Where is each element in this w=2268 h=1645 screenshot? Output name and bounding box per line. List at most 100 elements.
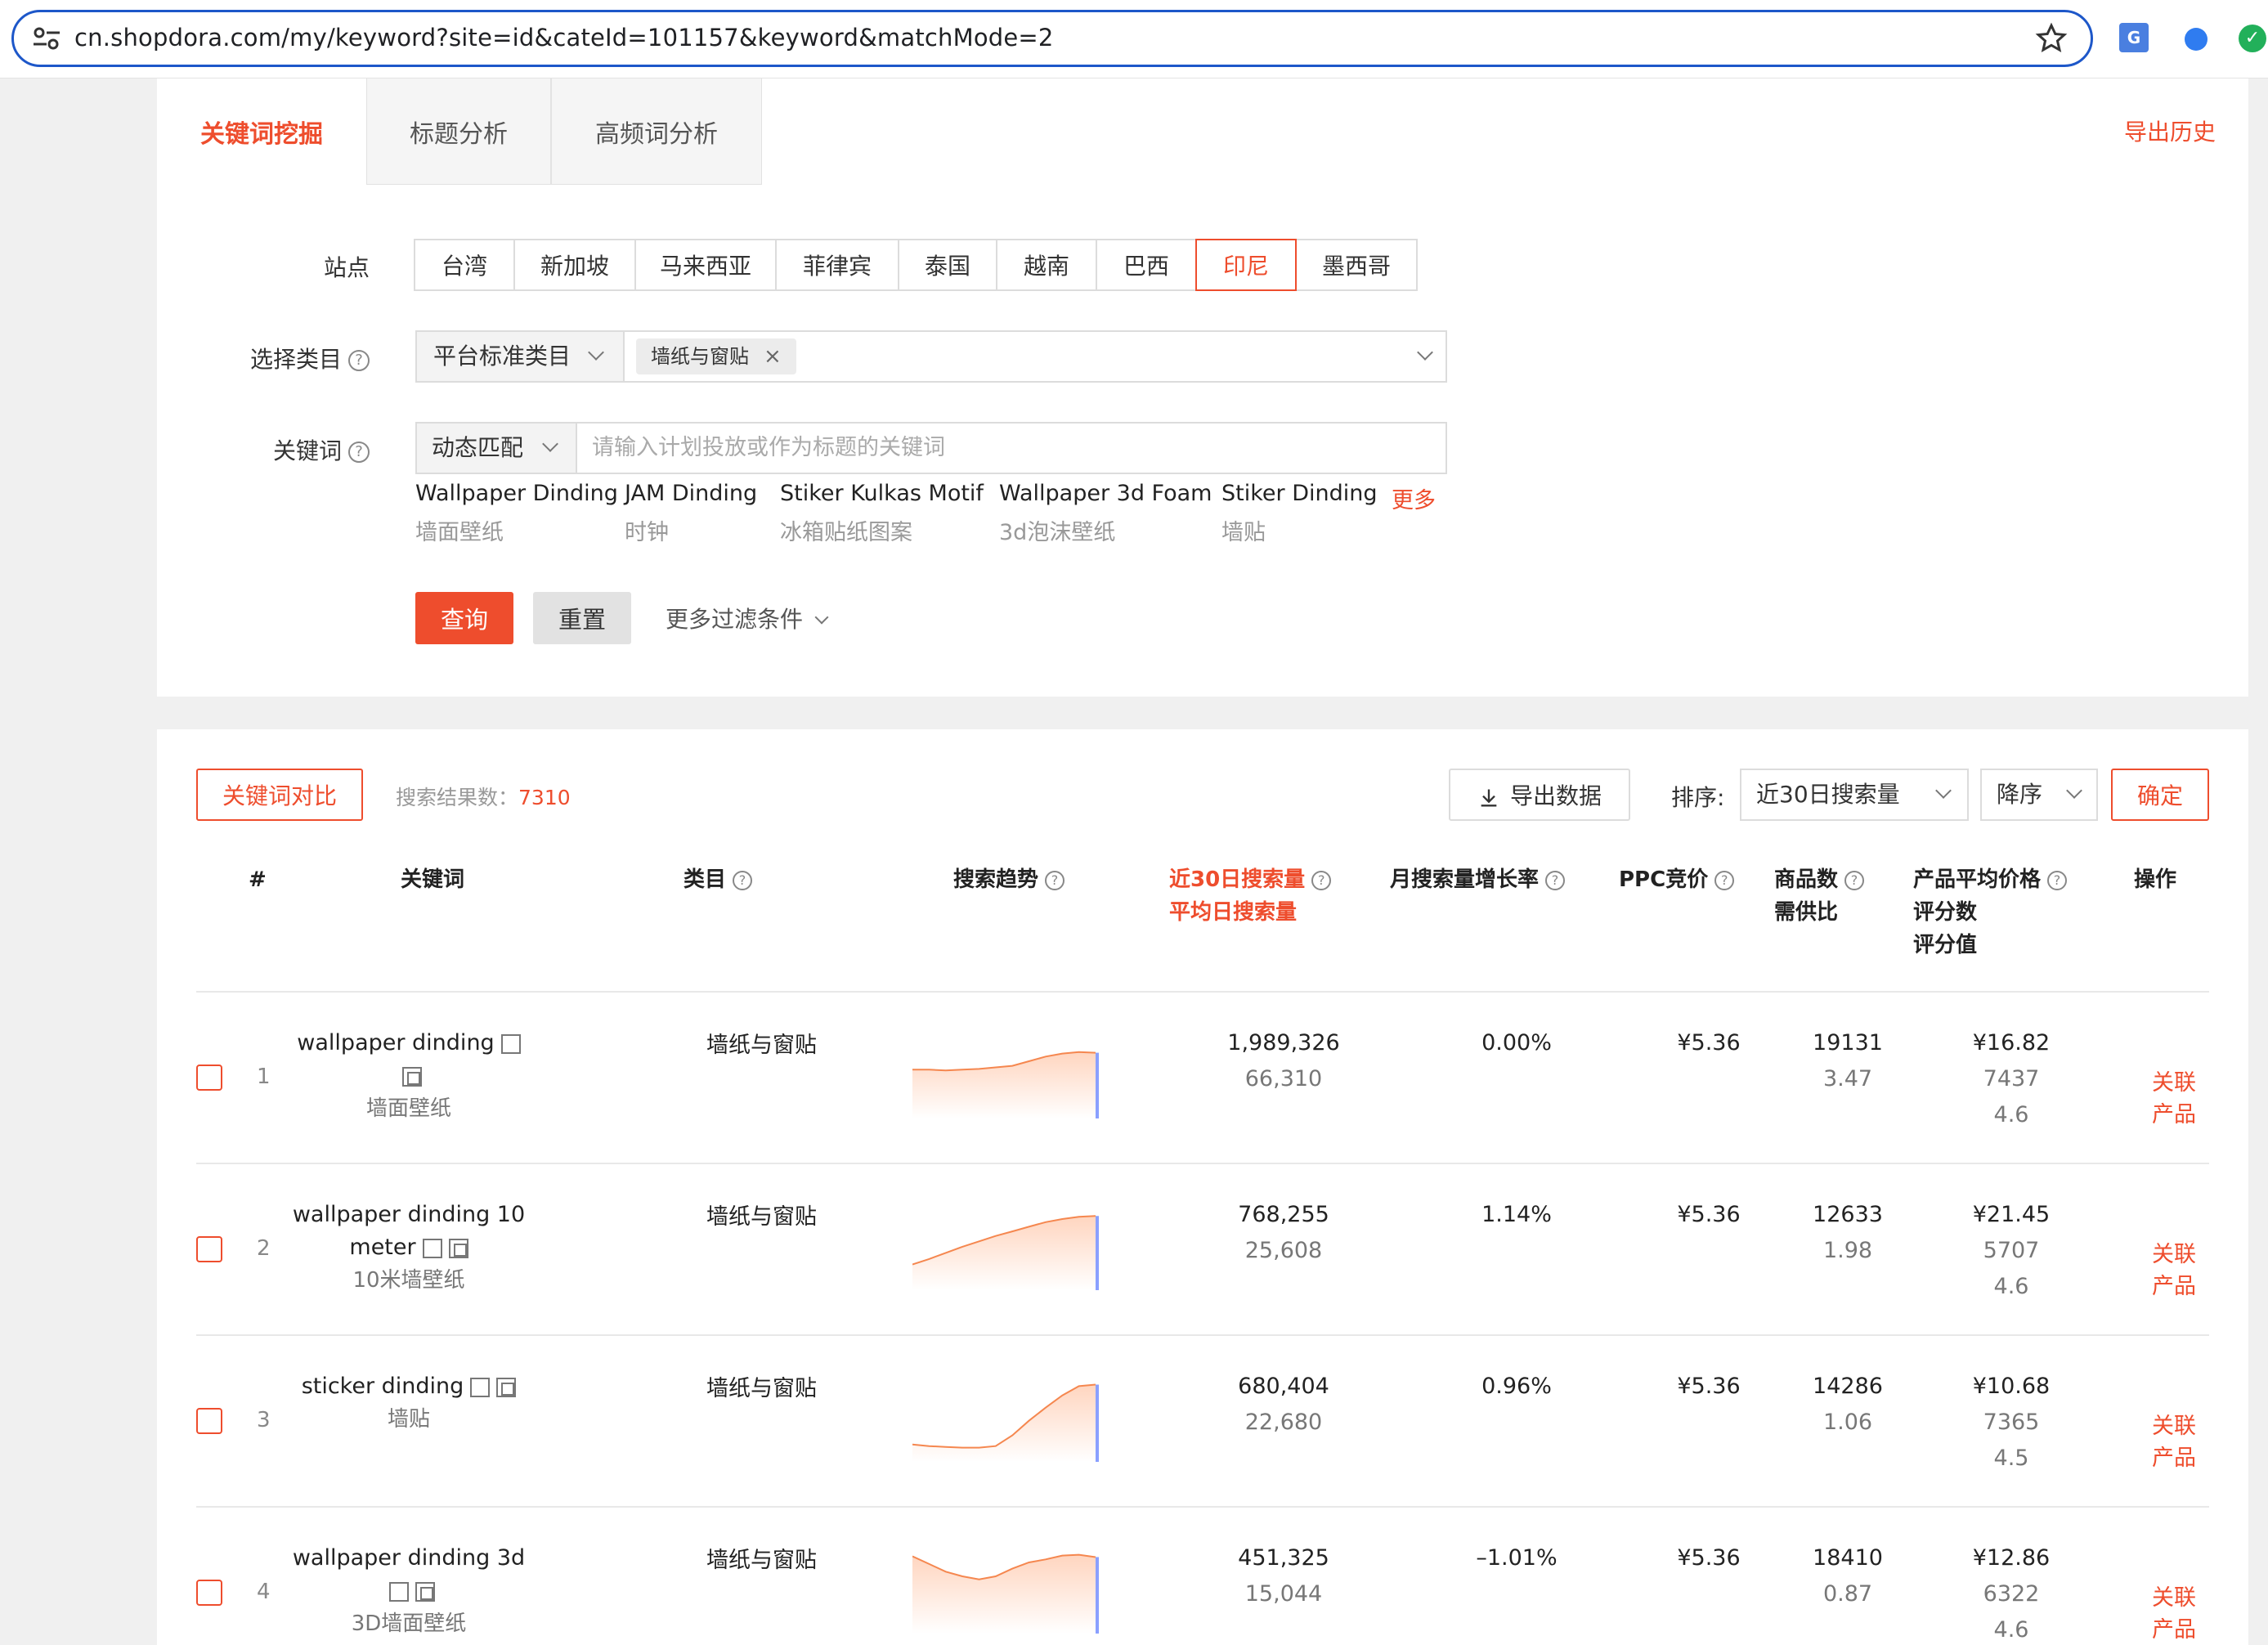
chevron-down-icon	[2066, 782, 2082, 799]
trend-area	[912, 1384, 1096, 1462]
row-checkbox[interactable]	[196, 1580, 222, 1606]
site-option[interactable]: 新加坡	[513, 239, 636, 291]
help-icon[interactable]: ?	[348, 350, 370, 371]
search-volume-cell: 680,404 22,680	[1210, 1369, 1357, 1441]
col-header-search30[interactable]: 近30日搜索量? 平均日搜索量	[1169, 863, 1332, 929]
extension-check-icon[interactable]: ✓	[2239, 25, 2266, 52]
reviews-value: 7365	[1983, 1410, 2040, 1435]
site-option[interactable]: 越南	[996, 239, 1097, 291]
chevron-down-icon	[1935, 782, 1952, 799]
reset-button[interactable]: 重置	[533, 592, 631, 644]
copy-icon[interactable]	[402, 1066, 422, 1087]
related-products-link[interactable]: 关联产品	[2152, 1236, 2209, 1300]
row-checkbox[interactable]	[196, 1065, 222, 1091]
products-cell: 12633 1.98	[1791, 1197, 1905, 1269]
export-data-button[interactable]: 导出数据	[1449, 769, 1630, 821]
rating-value: 4.6	[1993, 1617, 2029, 1643]
export-history-link[interactable]: 导出历史	[2124, 114, 2216, 147]
more-suggestions-link[interactable]: 更多	[1392, 482, 1436, 514]
suggestion-item[interactable]: Stiker Dinding 墙贴	[1221, 481, 1378, 546]
related-products-link[interactable]: 关联产品	[2152, 1408, 2209, 1472]
keyword-compare-button[interactable]: 关键词对比	[196, 769, 363, 821]
keyword-cell: wallpaper dinding 3d 3D墙面壁纸	[286, 1542, 531, 1640]
copy-icon[interactable]	[415, 1581, 435, 1602]
suggestion-item[interactable]: Stiker Kulkas Motif 冰箱贴纸图案	[780, 481, 984, 546]
external-link-icon[interactable]	[470, 1377, 491, 1397]
related-products-link[interactable]: 关联产品	[2152, 1580, 2209, 1643]
keyword-text[interactable]: wallpaper dinding 10 meter	[293, 1202, 525, 1260]
keyword-text[interactable]: wallpaper dinding	[297, 1030, 494, 1056]
external-link-icon[interactable]	[500, 1033, 521, 1054]
translate-icon[interactable]: G	[2119, 23, 2149, 52]
help-icon[interactable]: ?	[1844, 870, 1865, 890]
site-option[interactable]: 巴西	[1096, 239, 1197, 291]
sort-order-select[interactable]: 降序	[1980, 769, 2098, 821]
site-option[interactable]: 台湾	[414, 239, 515, 291]
table-row: 2 wallpaper dinding 10 meter 10米墙壁纸 墙纸与窗贴 76…	[196, 1163, 2209, 1334]
related-products-link[interactable]: 关联产品	[2152, 1065, 2209, 1128]
address-bar[interactable]: cn.shopdora.com/my/keyword?site=id&cateI…	[11, 10, 2093, 67]
copy-icon[interactable]	[448, 1238, 468, 1258]
trend-area	[912, 1051, 1096, 1118]
growth-cell: 1.14%	[1481, 1202, 1552, 1227]
keyword-input[interactable]: 请输入计划投放或作为标题的关键词	[592, 424, 945, 473]
help-icon[interactable]: ?	[1714, 870, 1735, 890]
external-link-icon[interactable]	[389, 1581, 409, 1602]
help-icon[interactable]: ?	[1045, 870, 1065, 890]
keyword-cell: wallpaper dinding 墙面壁纸	[286, 1027, 531, 1125]
daily-value: 66,310	[1244, 1066, 1323, 1091]
copy-icon[interactable]	[496, 1377, 517, 1397]
help-icon[interactable]: ?	[1545, 870, 1566, 890]
keyword-text[interactable]: wallpaper dinding 3d	[293, 1545, 525, 1571]
site-option-active[interactable]: 印尼	[1195, 239, 1297, 291]
col-header-price[interactable]: 产品平均价格? 评分数 评分值	[1913, 863, 2068, 961]
help-icon[interactable]: ?	[1311, 870, 1332, 890]
chevron-down-icon[interactable]	[1417, 344, 1433, 361]
col-header-ppc[interactable]: PPC竞价?	[1619, 863, 1735, 896]
tune-icon[interactable]	[32, 25, 61, 52]
help-icon[interactable]: ?	[2047, 870, 2068, 890]
close-icon[interactable]: ×	[764, 344, 782, 369]
tab-keyword-mining[interactable]: 关键词挖掘	[157, 78, 366, 185]
search-panel: 关键词挖掘 标题分析 高频词分析 导出历史 站点 台湾 新加坡 马来西亚 菲律宾…	[157, 78, 2248, 697]
table-row: 1 wallpaper dinding 墙面壁纸 墙纸与窗贴 1,989,326 66,3…	[196, 991, 2209, 1163]
suggestion-item[interactable]: Wallpaper Dinding 墙面壁纸	[415, 481, 618, 546]
extension-dot-icon[interactable]	[2185, 28, 2207, 51]
keyword-text[interactable]: sticker dinding	[302, 1374, 464, 1399]
price-cell: ¥16.82 7437 4.6	[1938, 1025, 2085, 1133]
site-option[interactable]: 泰国	[898, 239, 997, 291]
chevron-down-icon	[814, 610, 829, 625]
ratio-value: 3.47	[1822, 1066, 1873, 1091]
suggestion-item[interactable]: Wallpaper 3d Foam 3d泡沫壁纸	[999, 481, 1212, 546]
products-cell: 14286 1.06	[1791, 1369, 1905, 1441]
external-link-icon[interactable]	[422, 1238, 442, 1258]
help-icon[interactable]: ?	[348, 442, 370, 463]
star-icon[interactable]	[2035, 22, 2068, 55]
match-mode-select[interactable]: 动态匹配	[417, 424, 577, 473]
category-field[interactable]: 平台标准类目 墙纸与窗贴 ×	[415, 330, 1447, 383]
site-option[interactable]: 马来西亚	[634, 239, 777, 291]
tab-title-analysis[interactable]: 标题分析	[366, 78, 551, 185]
site-option[interactable]: 墨西哥	[1295, 239, 1418, 291]
row-checkbox[interactable]	[196, 1236, 222, 1262]
category-type-select[interactable]: 平台标准类目	[417, 332, 625, 381]
col-header-keyword: 关键词	[401, 867, 465, 892]
site-option[interactable]: 菲律宾	[775, 239, 899, 291]
sort-field-select[interactable]: 近30日搜索量	[1740, 769, 1969, 821]
url-text[interactable]: cn.shopdora.com/my/keyword?site=id&cateI…	[74, 24, 1054, 52]
col-header-products[interactable]: 商品数? 需供比	[1774, 863, 1865, 929]
more-filters-toggle[interactable]: 更多过滤条件	[666, 602, 829, 634]
price-value: ¥21.45	[1972, 1202, 2051, 1227]
col-header-trend: 搜索趋势?	[953, 863, 1065, 896]
suggestion-item[interactable]: JAM Dinding 时钟	[625, 481, 757, 546]
help-icon[interactable]: ?	[733, 870, 753, 890]
row-checkbox[interactable]	[196, 1408, 222, 1434]
query-button[interactable]: 查询	[415, 592, 513, 644]
keyword-field: 动态匹配 请输入计划投放或作为标题的关键词	[415, 422, 1447, 474]
growth-cell: 0.96%	[1481, 1374, 1552, 1399]
keyword-translation: 墙贴	[387, 1407, 430, 1432]
confirm-sort-button[interactable]: 确定	[2111, 769, 2209, 821]
col-header-growth[interactable]: 月搜索量增长率?	[1390, 863, 1566, 896]
tab-frequent-words[interactable]: 高频词分析	[551, 78, 762, 185]
trend-current-bar	[1096, 1557, 1099, 1634]
